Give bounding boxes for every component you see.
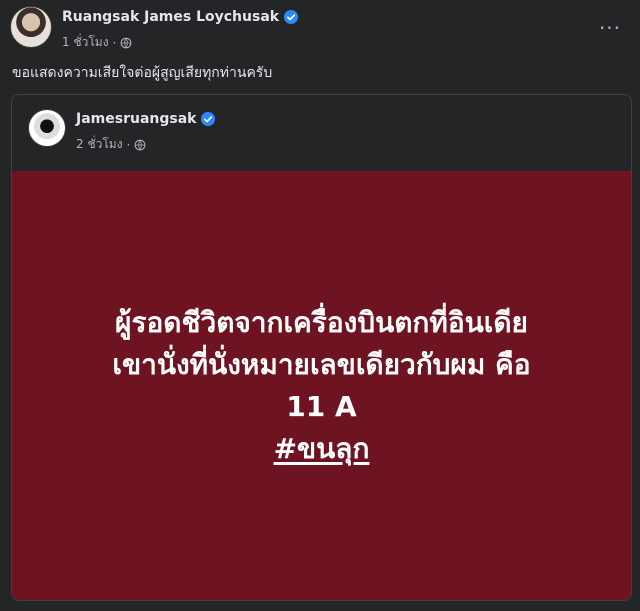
more-options-button[interactable]: ··· bbox=[596, 14, 624, 42]
facebook-post: Ruangsak James Loychusak 1 ชั่วโมง · ···… bbox=[0, 0, 640, 611]
shared-author-meta: Jamesruangsak 2 ชั่วโมง · bbox=[76, 109, 216, 154]
post-time[interactable]: 1 ชั่วโมง bbox=[62, 33, 109, 52]
author-name[interactable]: Ruangsak James Loychusak bbox=[62, 9, 279, 25]
shared-post-time-row: 2 ชั่วโมง · bbox=[76, 135, 215, 154]
text-background-post[interactable]: ผู้รอดชีวิตจากเครื่องบินตกที่อินเดีย เขา… bbox=[12, 171, 631, 600]
author-name-row: Ruangsak James Loychusak bbox=[62, 7, 299, 27]
verified-badge-icon bbox=[201, 112, 216, 126]
author-avatar[interactable] bbox=[10, 6, 52, 48]
shared-author-name-row: Jamesruangsak bbox=[76, 109, 216, 129]
post-header: Ruangsak James Loychusak 1 ชั่วโมง · bbox=[10, 6, 299, 52]
shared-post-card[interactable]: Jamesruangsak 2 ชั่วโมง · ผู้รอดชีวิตจาก… bbox=[11, 94, 632, 601]
hashtag-link-wrapper: #ขนลุก bbox=[112, 428, 530, 470]
post-caption: ขอแสดงความเสียใจต่อผู้สูญเสียทุกท่านครับ bbox=[12, 65, 273, 81]
panel-line-2: เขานั่งที่นั่งหมายเลขเดียวกับผม คือ bbox=[112, 348, 531, 381]
shared-post-time[interactable]: 2 ชั่วโมง bbox=[76, 135, 123, 154]
more-horizontal-icon: ··· bbox=[598, 16, 622, 40]
time-separator: · bbox=[126, 137, 131, 152]
time-separator: · bbox=[112, 35, 117, 50]
post-panel-text: ผู้รอดชีวิตจากเครื่องบินตกที่อินเดีย เขา… bbox=[112, 302, 530, 470]
post-time-row: 1 ชั่วโมง · bbox=[62, 33, 298, 52]
shared-post-header: Jamesruangsak 2 ชั่วโมง · bbox=[28, 109, 216, 154]
author-meta: Ruangsak James Loychusak 1 ชั่วโมง · bbox=[62, 7, 299, 52]
globe-icon bbox=[120, 37, 132, 48]
hashtag-link[interactable]: #ขนลุก bbox=[274, 432, 370, 465]
globe-icon bbox=[134, 139, 146, 150]
panel-line-1: ผู้รอดชีวิตจากเครื่องบินตกที่อินเดีย bbox=[115, 306, 528, 339]
verified-badge-icon bbox=[284, 10, 299, 24]
panel-line-3: 11 A bbox=[286, 390, 357, 423]
shared-author-name[interactable]: Jamesruangsak bbox=[76, 111, 196, 127]
shared-author-avatar[interactable] bbox=[28, 109, 66, 147]
